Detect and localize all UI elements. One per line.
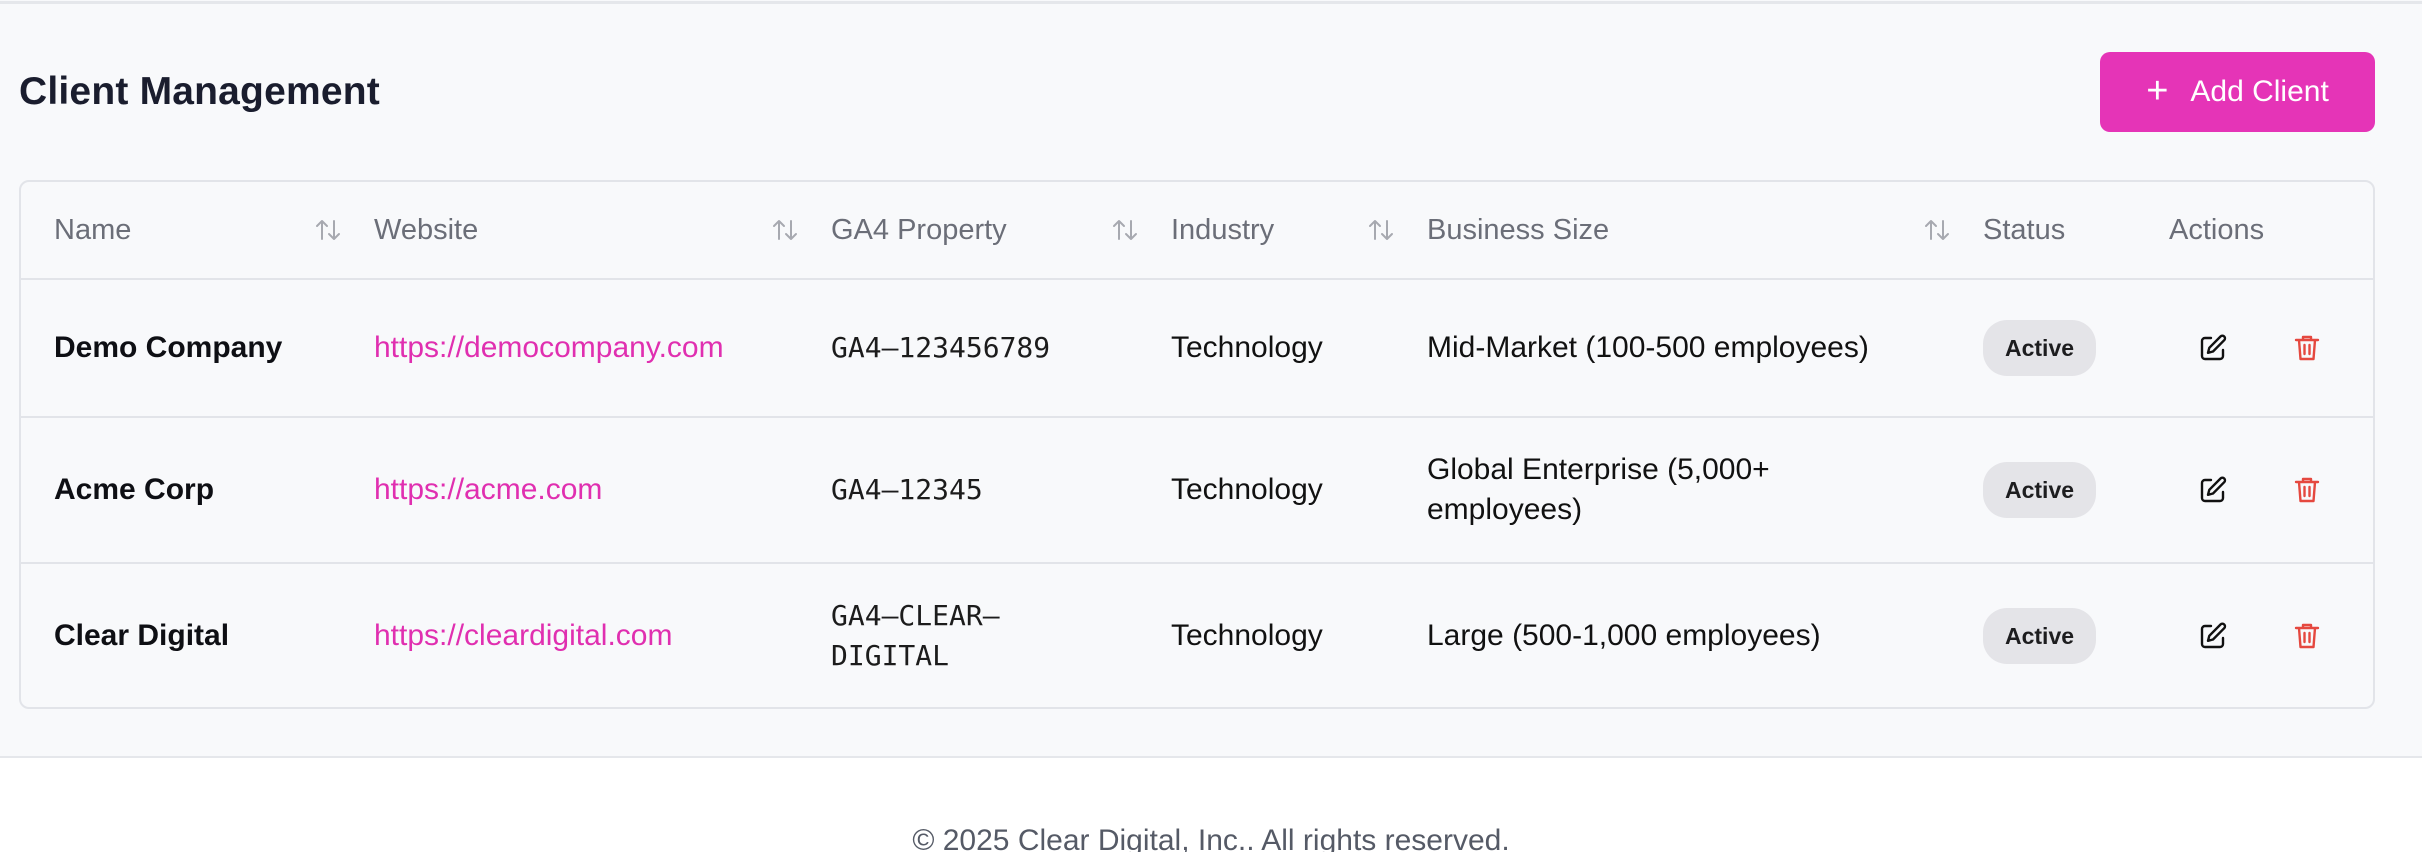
client-name: Acme Corp: [54, 473, 215, 506]
footer-copyright: © 2025 Clear Digital, Inc.. All rights r…: [912, 824, 1510, 852]
sort-icon[interactable]: [1921, 214, 1953, 246]
top-divider: [0, 0, 2422, 4]
column-header-business-size[interactable]: Business Size: [1427, 182, 1983, 279]
column-header-website[interactable]: Website: [374, 182, 831, 279]
trash-icon[interactable]: [2289, 472, 2325, 508]
column-header-actions: Actions: [2169, 213, 2265, 246]
trash-icon[interactable]: [2289, 330, 2325, 366]
column-header-industry[interactable]: Industry: [1171, 182, 1427, 279]
business-size: Mid-Market (100-500 employees): [1427, 331, 1869, 364]
status-badge: Active: [1983, 320, 2097, 376]
edit-icon[interactable]: [2195, 618, 2231, 654]
website-link[interactable]: https://democompany.com: [374, 331, 724, 364]
ga4-property: GA4–CLEAR–DIGITAL: [831, 598, 1000, 672]
sort-icon[interactable]: [1365, 214, 1397, 246]
page-header: Client Management + Add Client: [19, 52, 2375, 132]
industry: Technology: [1171, 473, 1323, 506]
website-link[interactable]: https://cleardigital.com: [374, 619, 672, 652]
add-client-label: Add Client: [2190, 75, 2329, 108]
clients-table-card: Name Website GA4 Property Industry Busin…: [19, 180, 2375, 709]
column-header-ga4-property[interactable]: GA4 Property: [831, 182, 1171, 279]
column-header-name[interactable]: Name: [54, 182, 374, 279]
industry: Technology: [1171, 618, 1323, 652]
industry: Technology: [1171, 331, 1323, 364]
plus-icon: +: [2146, 69, 2169, 112]
business-size: Global Enterprise (5,000+ employees): [1427, 453, 1770, 526]
clients-table: Name Website GA4 Property Industry Busin…: [21, 182, 2373, 707]
ga4-property: GA4–123456789: [831, 331, 1051, 364]
business-size: Large (500-1,000 employees): [1427, 618, 1821, 652]
website-link[interactable]: https://acme.com: [374, 473, 602, 506]
sort-icon[interactable]: [769, 214, 801, 246]
status-badge: Active: [1983, 607, 2097, 664]
status-badge: Active: [1983, 462, 2097, 518]
page-title: Client Management: [19, 70, 380, 113]
sort-icon[interactable]: [1109, 214, 1141, 246]
table-header-row: Name Website GA4 Property Industry Busin…: [21, 182, 2373, 279]
edit-icon[interactable]: [2195, 472, 2231, 508]
table-row: Clear Digital https://cleardigital.com G…: [21, 563, 2373, 707]
table-row: Acme Corp https://acme.com GA4–12345 Tec…: [21, 417, 2373, 563]
client-name: Demo Company: [54, 331, 283, 364]
edit-icon[interactable]: [2195, 330, 2231, 366]
add-client-button[interactable]: + Add Client: [2100, 52, 2375, 132]
table-row: Demo Company https://democompany.com GA4…: [21, 279, 2373, 417]
client-name: Clear Digital: [54, 618, 230, 652]
ga4-property: GA4–12345: [831, 473, 983, 506]
trash-icon[interactable]: [2289, 618, 2325, 654]
sort-icon[interactable]: [312, 214, 344, 246]
column-header-status: Status: [1983, 213, 2066, 246]
